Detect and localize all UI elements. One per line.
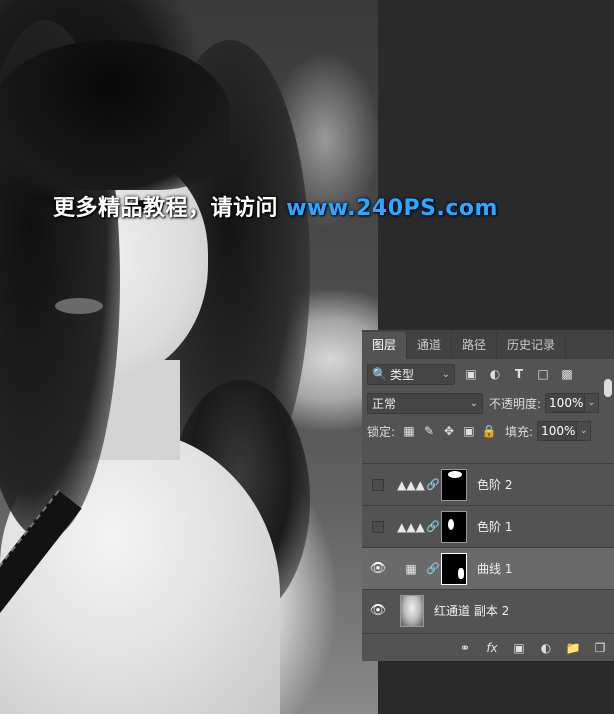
fill-label: 填充: [505,424,534,439]
link-icon[interactable]: 🔗 [426,562,440,575]
blend-mode-select[interactable]: 正常 ⌄ [367,392,483,414]
lock-paint-icon[interactable]: ✎ [421,423,437,439]
layer-name: 曲线 1 [477,562,513,576]
photo-region [0,40,230,190]
fill-input[interactable]: 100% [537,421,578,441]
visibility-toggle[interactable] [362,478,394,491]
tab-channels[interactable]: 通道 [407,332,453,359]
panel-tabs: 图层 通道 路径 历史记录 [362,331,614,359]
mask-shape [448,470,462,478]
photo-canvas [0,0,378,714]
levels-icon: ▲▲▲ [397,477,425,492]
type-filter-icon[interactable]: T [511,366,527,382]
layer-mask-thumbnail[interactable] [441,468,467,501]
layer-name: 红通道 副本 2 [434,604,510,618]
eye-icon: 👁 [369,561,387,576]
layer-mask-thumbnail[interactable] [441,552,467,585]
layer-mask-thumbnail[interactable] [441,510,467,543]
link-icon[interactable]: 🔗 [426,478,440,491]
visibility-toggle[interactable]: 👁 [362,603,394,618]
filter-toggle[interactable] [604,379,612,397]
chevron-down-icon: ⌄ [469,397,478,409]
lock-artboard-icon[interactable]: ▣ [461,423,477,439]
filter-kind-label: 类型 [389,367,414,382]
layer-red-channel-copy-2[interactable]: 👁 红通道 副本 2 [362,589,614,631]
lock-transparent-icon[interactable]: ▦ [401,423,417,439]
layer-name: 色阶 2 [477,478,513,492]
fx-icon[interactable]: fx [484,640,500,656]
blend-row: 正常 ⌄ 不透明度: 100% ⌄ [362,389,614,417]
visibility-off-box [372,520,384,533]
smart-object-filter-icon[interactable]: ▩ [559,366,575,382]
search-icon: 🔍 [372,367,387,381]
adjustment-filter-icon[interactable]: ◐ [487,366,503,382]
image-filter-icon[interactable]: ▣ [463,366,479,382]
layers-list: ▲▲▲ 🔗 色阶 2 ▲▲▲ 🔗 色阶 1 👁 ▦ 🔗 曲线 1 👁 红通道 副… [362,463,614,631]
layer-levels-2[interactable]: ▲▲▲ 🔗 色阶 2 [362,463,614,505]
lock-label: 锁定: [367,424,396,439]
watermark-cn: 更多精品教程，请访问 [53,196,279,221]
new-layer-icon[interactable]: ❐ [592,640,608,656]
eye-icon: 👁 [369,603,387,618]
filter-kind-select[interactable]: 🔍 类型 ⌄ [367,363,455,385]
layer-curves-1[interactable]: 👁 ▦ 🔗 曲线 1 [362,547,614,589]
chevron-down-icon: ⌄ [441,368,450,380]
lock-row: 锁定: ▦ ✎ ✥ ▣ 🔒 填充: 100% ⌄ [362,417,614,445]
visibility-off-box [372,478,384,491]
lock-all-icon[interactable]: 🔒 [481,423,497,439]
adjustment-icon[interactable]: ◐ [538,640,554,656]
link-icon[interactable]: ⚭ [457,640,473,656]
visibility-toggle[interactable] [362,520,394,533]
layer-name: 色阶 1 [477,520,513,534]
mask-icon[interactable]: ▣ [511,640,527,656]
folder-icon[interactable]: 📁 [565,640,581,656]
levels-icon: ▲▲▲ [397,519,425,534]
mask-shape [458,567,464,579]
layers-panel: 图层 通道 路径 历史记录 🔍 类型 ⌄ ▣ ◐ T □ ▩ 正常 ⌄ 不透明度… [362,330,614,661]
curves-icon: ▦ [405,561,417,576]
tab-layers[interactable]: 图层 [362,332,408,359]
opacity-input[interactable]: 100% [545,393,586,413]
watermark-url: www.240PS.com [286,196,498,221]
blend-mode-label: 正常 [372,396,397,411]
mask-shape [448,518,454,530]
link-icon[interactable]: 🔗 [426,520,440,533]
layer-levels-1[interactable]: ▲▲▲ 🔗 色阶 1 [362,505,614,547]
tab-history[interactable]: 历史记录 [497,332,567,359]
shape-filter-icon[interactable]: □ [535,366,551,382]
panel-footer: ⚭ fx ▣ ◐ 📁 ❐ [362,633,614,661]
visibility-toggle[interactable]: 👁 [362,561,394,576]
tab-paths[interactable]: 路径 [452,332,498,359]
photo-region [55,298,103,314]
fill-dropdown[interactable]: ⌄ [577,421,592,441]
lock-move-icon[interactable]: ✥ [441,423,457,439]
layer-thumbnail[interactable] [400,594,424,627]
opacity-label: 不透明度: [489,396,542,411]
watermark-text: 更多精品教程，请访问 www.240PS.com [53,190,498,222]
filter-row: 🔍 类型 ⌄ ▣ ◐ T □ ▩ [362,359,614,397]
opacity-dropdown[interactable]: ⌄ [585,393,600,413]
